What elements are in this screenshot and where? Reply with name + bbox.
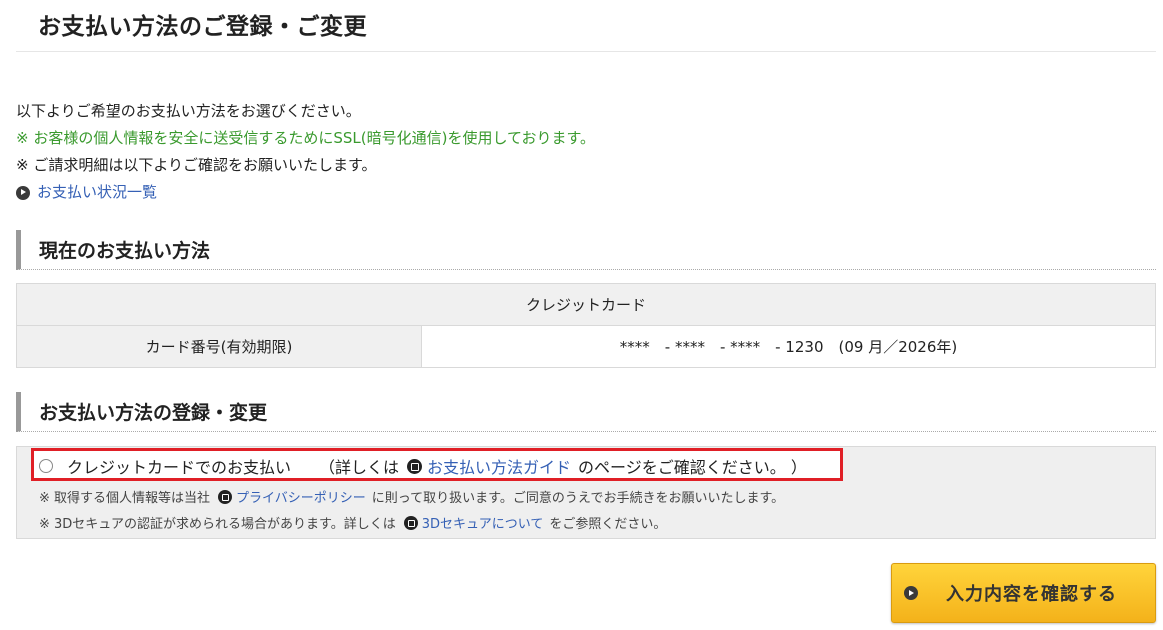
- privacy-note-suffix: に則って取り扱います。ご同意のうえでお手続きをお願いいたします。: [371, 491, 785, 506]
- payment-guide-link[interactable]: お支払い方法ガイド: [427, 454, 571, 478]
- credit-card-option-label: クレジットカードでのお支払い: [67, 458, 292, 477]
- credit-card-radio[interactable]: [39, 459, 53, 473]
- table-row: カード番号(有効期限) **** - **** - **** - 1230 (0…: [16, 325, 1156, 368]
- privacy-note-prefix: ※ 取得する個人情報等は当社: [39, 491, 211, 506]
- payment-method-name: クレジットカード: [16, 283, 1156, 326]
- register-heading: お支払い方法の登録・変更: [39, 402, 268, 424]
- confirm-button-label: 入力内容を確認する: [946, 584, 1117, 605]
- current-method-heading: 現在のお支払い方法: [39, 240, 211, 262]
- detail-suffix: のページをご確認ください。 ）: [578, 458, 807, 477]
- current-method-section-header: 現在のお支払い方法: [16, 230, 1156, 270]
- external-link-icon: [407, 458, 423, 474]
- 3d-secure-link[interactable]: 3Dセキュアについて: [422, 513, 544, 532]
- payment-status-link[interactable]: お支払い状況一覧: [37, 179, 157, 206]
- intro-text: 以下よりご希望のお支払い方法をお選びください。 ※ お客様の個人情報を安全に送受…: [16, 98, 595, 206]
- secure-note-suffix: をご参照ください。: [549, 517, 667, 532]
- secure-note-prefix: ※ 3Dセキュアの認証が求められる場合があります。詳しくは: [39, 517, 396, 532]
- privacy-note: ※ 取得する個人情報等は当社 プライバシーポリシー に則って取り扱います。ご同意…: [39, 487, 784, 506]
- arrow-circle-icon: [16, 185, 30, 200]
- credit-card-option[interactable]: クレジットカードでのお支払い （詳しくは お支払い方法ガイド のページをご確認く…: [39, 454, 807, 478]
- current-method-table: クレジットカード カード番号(有効期限) **** - **** - **** …: [16, 283, 1156, 368]
- payment-status-link-row: お支払い状況一覧: [16, 179, 595, 206]
- register-section-header: お支払い方法の登録・変更: [16, 392, 1156, 432]
- ssl-note: ※ お客様の個人情報を安全に送受信するためにSSL(暗号化通信)を使用しておりま…: [16, 129, 596, 147]
- external-link-icon: [218, 489, 233, 504]
- external-link-icon: [403, 515, 418, 530]
- page-header: お支払い方法のご登録・ご変更: [16, 0, 1156, 52]
- billing-note: ※ ご請求明細は以下よりご確認をお願いいたします。: [16, 156, 377, 174]
- payment-option-box: クレジットカードでのお支払い （詳しくは お支払い方法ガイド のページをご確認く…: [16, 446, 1156, 539]
- card-number-label: カード番号(有効期限): [16, 325, 422, 368]
- detail-prefix: （詳しくは: [319, 458, 400, 477]
- table-row: クレジットカード: [16, 283, 1156, 326]
- card-number-value: **** - **** - **** - 1230 (09 月／2026年): [421, 325, 1156, 368]
- privacy-policy-link[interactable]: プライバシーポリシー: [236, 487, 366, 506]
- arrow-circle-icon: [904, 586, 918, 600]
- page-title: お支払い方法のご登録・ご変更: [38, 14, 367, 40]
- intro-line: 以下よりご希望のお支払い方法をお選びください。: [16, 102, 361, 120]
- confirm-input-button[interactable]: 入力内容を確認する: [891, 563, 1156, 623]
- secure-note: ※ 3Dセキュアの認証が求められる場合があります。詳しくは 3Dセキュアについて…: [39, 513, 666, 532]
